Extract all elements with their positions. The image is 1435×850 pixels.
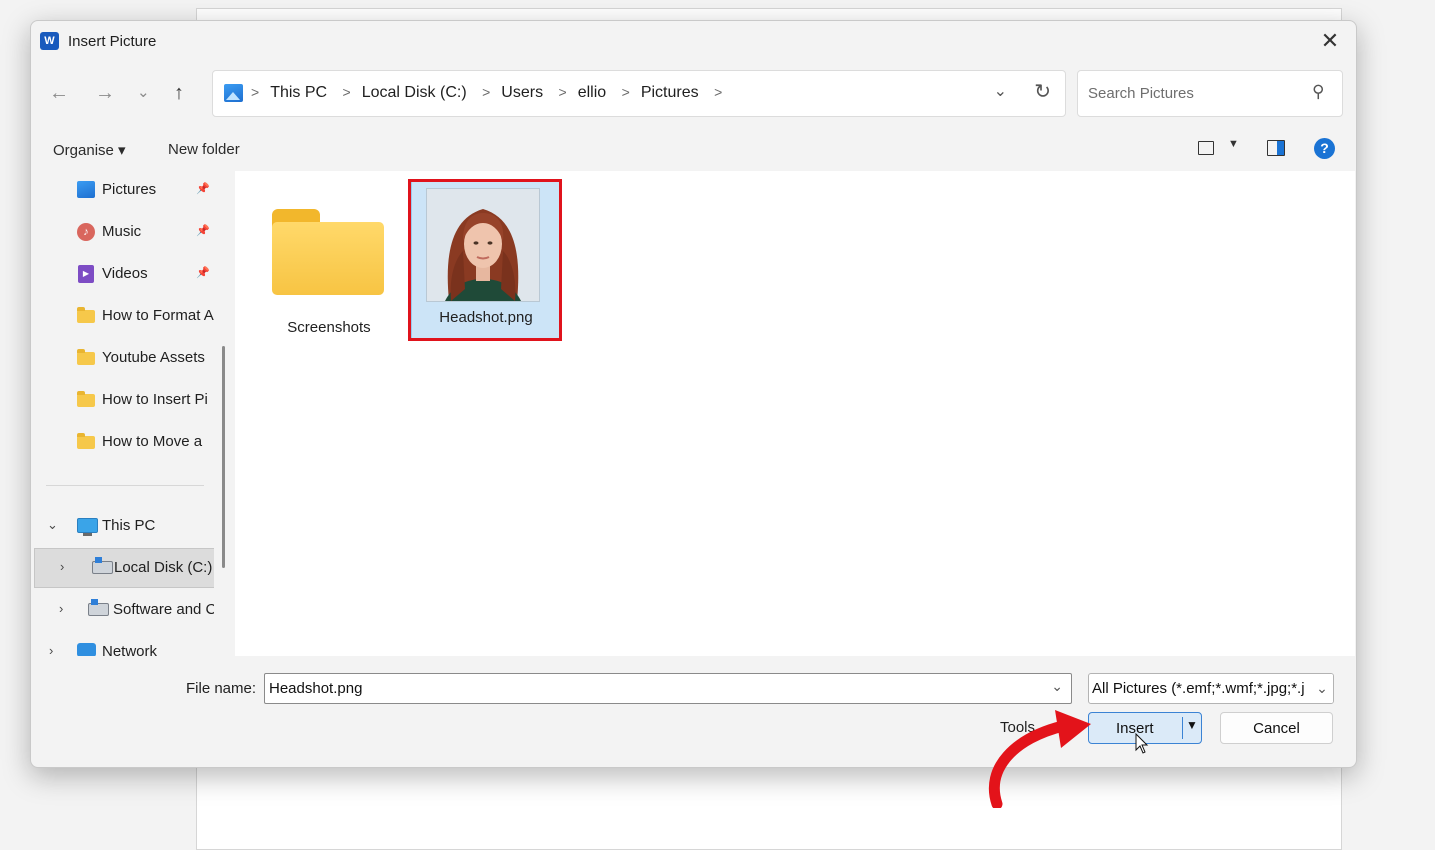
mouse-cursor-icon — [1135, 733, 1149, 754]
file-item-screenshots-folder[interactable]: Screenshots — [255, 181, 403, 339]
organise-menu-button[interactable]: Organise ▾ — [53, 141, 126, 159]
selection-highlight-box — [408, 179, 562, 341]
refresh-icon[interactable]: ↻ — [1034, 79, 1051, 104]
view-mode-dropdown-icon[interactable]: ▼ — [1228, 138, 1239, 150]
crumb-users[interactable]: Users — [501, 84, 543, 102]
sidebar-item-software[interactable]: › Software and C — [31, 591, 214, 629]
chevron-down-icon[interactable]: ⌄ — [1311, 674, 1333, 703]
address-bar[interactable]: > This PC > Local Disk (C:) > Users > ellio … — [212, 70, 1066, 117]
file-list-area: Screenshots Headshot.png — [235, 171, 1355, 656]
pin-icon: 📌 — [196, 225, 210, 237]
disk-icon — [88, 599, 109, 616]
sidebar-item-youtube-assets[interactable]: Youtube Assets — [31, 339, 214, 377]
folder-icon — [272, 209, 384, 295]
pictures-icon — [77, 181, 95, 198]
pointer-arrow-icon — [988, 710, 1091, 808]
recent-locations-chevron-icon[interactable]: ⌄ — [137, 81, 150, 105]
sidebar-item-how-to-format[interactable]: How to Format A — [31, 297, 214, 335]
network-icon — [77, 643, 96, 656]
sidebar-item-videos[interactable]: ▶ Videos 📌 — [31, 255, 214, 293]
command-toolbar: Organise ▾ New folder — [31, 127, 1356, 171]
navigation-pane: Pictures 📌 ♪ Music 📌 ▶ Videos 📌 How to F… — [31, 171, 214, 656]
pin-icon: 📌 — [196, 183, 210, 195]
sidebar-item-local-disk[interactable]: › Local Disk (C:) — [34, 548, 214, 588]
address-history-chevron-icon[interactable]: ⌄ — [994, 81, 1007, 101]
sidebar-divider — [46, 485, 204, 486]
preview-pane-icon[interactable] — [1267, 140, 1285, 156]
disk-icon — [92, 557, 113, 574]
crumb-expand-chevron-icon[interactable]: > — [714, 84, 722, 100]
search-input[interactable]: Search Pictures — [1088, 85, 1194, 102]
file-type-value: All Pictures (*.emf;*.wmf;*.jpg;*.j — [1092, 680, 1305, 697]
pictures-location-icon — [224, 84, 243, 102]
crumb-local-disk[interactable]: Local Disk (C:) — [362, 84, 467, 102]
sidebar-item-pictures[interactable]: Pictures 📌 — [31, 171, 214, 209]
sidebar-item-how-to-insert[interactable]: How to Insert Pi — [31, 381, 214, 419]
sidebar-item-how-to-move[interactable]: How to Move a — [31, 423, 214, 461]
word-app-icon: W — [40, 32, 59, 50]
chevron-right-icon[interactable]: › — [60, 559, 64, 574]
file-name-value[interactable]: Headshot.png — [269, 680, 362, 697]
chevron-down-icon[interactable]: ⌄ — [1051, 678, 1063, 695]
insert-picture-dialog: W Insert Picture ✕ ← → ⌄ ↑ > This PC > Loc… — [30, 20, 1357, 768]
crumb-pictures[interactable]: Pictures — [641, 84, 699, 102]
back-arrow-icon[interactable]: ← — [49, 81, 69, 105]
cancel-button[interactable]: Cancel — [1220, 712, 1333, 744]
title-bar: W Insert Picture ✕ — [31, 21, 1356, 63]
sidebar-item-this-pc[interactable]: ⌄ This PC — [31, 507, 214, 545]
view-mode-icon[interactable] — [1198, 141, 1214, 155]
file-name-field-label: File name: — [186, 680, 257, 697]
folder-icon — [77, 307, 95, 323]
music-icon: ♪ — [77, 223, 95, 241]
folder-icon — [77, 349, 95, 365]
pin-icon: 📌 — [196, 267, 210, 279]
chevron-right-icon[interactable]: › — [59, 601, 63, 616]
insert-options-dropdown-icon[interactable]: ▼ — [1186, 718, 1198, 732]
file-name-field[interactable]: Headshot.png ⌄ — [264, 673, 1072, 704]
crumb-ellio[interactable]: ellio — [578, 84, 606, 102]
cancel-button-label: Cancel — [1253, 720, 1300, 737]
file-name-label: Screenshots — [287, 319, 371, 336]
up-arrow-icon[interactable]: ↑ — [174, 81, 184, 105]
file-type-select[interactable]: All Pictures (*.emf;*.wmf;*.jpg;*.j ⌄ — [1088, 673, 1334, 704]
chevron-right-icon[interactable]: › — [49, 643, 53, 656]
search-box[interactable]: Search Pictures ⚲ — [1077, 70, 1343, 117]
folder-icon — [77, 391, 95, 407]
new-folder-button[interactable]: New folder — [168, 141, 240, 158]
search-icon[interactable]: ⚲ — [1312, 82, 1324, 102]
sidebar-scrollbar[interactable] — [222, 346, 225, 568]
chevron-down-icon[interactable]: ⌄ — [47, 517, 58, 533]
forward-arrow-icon[interactable]: → — [95, 81, 115, 105]
crumb-this-pc[interactable]: This PC — [270, 84, 327, 102]
dialog-title: Insert Picture — [68, 33, 157, 50]
help-icon[interactable]: ? — [1314, 138, 1335, 159]
videos-icon: ▶ — [78, 265, 94, 283]
sidebar-item-music[interactable]: ♪ Music 📌 — [31, 213, 214, 251]
folder-icon — [77, 433, 95, 449]
computer-icon — [77, 518, 98, 536]
breadcrumb: > This PC > Local Disk (C:) > Users > ellio … — [251, 84, 723, 102]
close-icon[interactable]: ✕ — [1316, 29, 1344, 55]
sidebar-item-network[interactable]: › Network — [31, 633, 214, 656]
